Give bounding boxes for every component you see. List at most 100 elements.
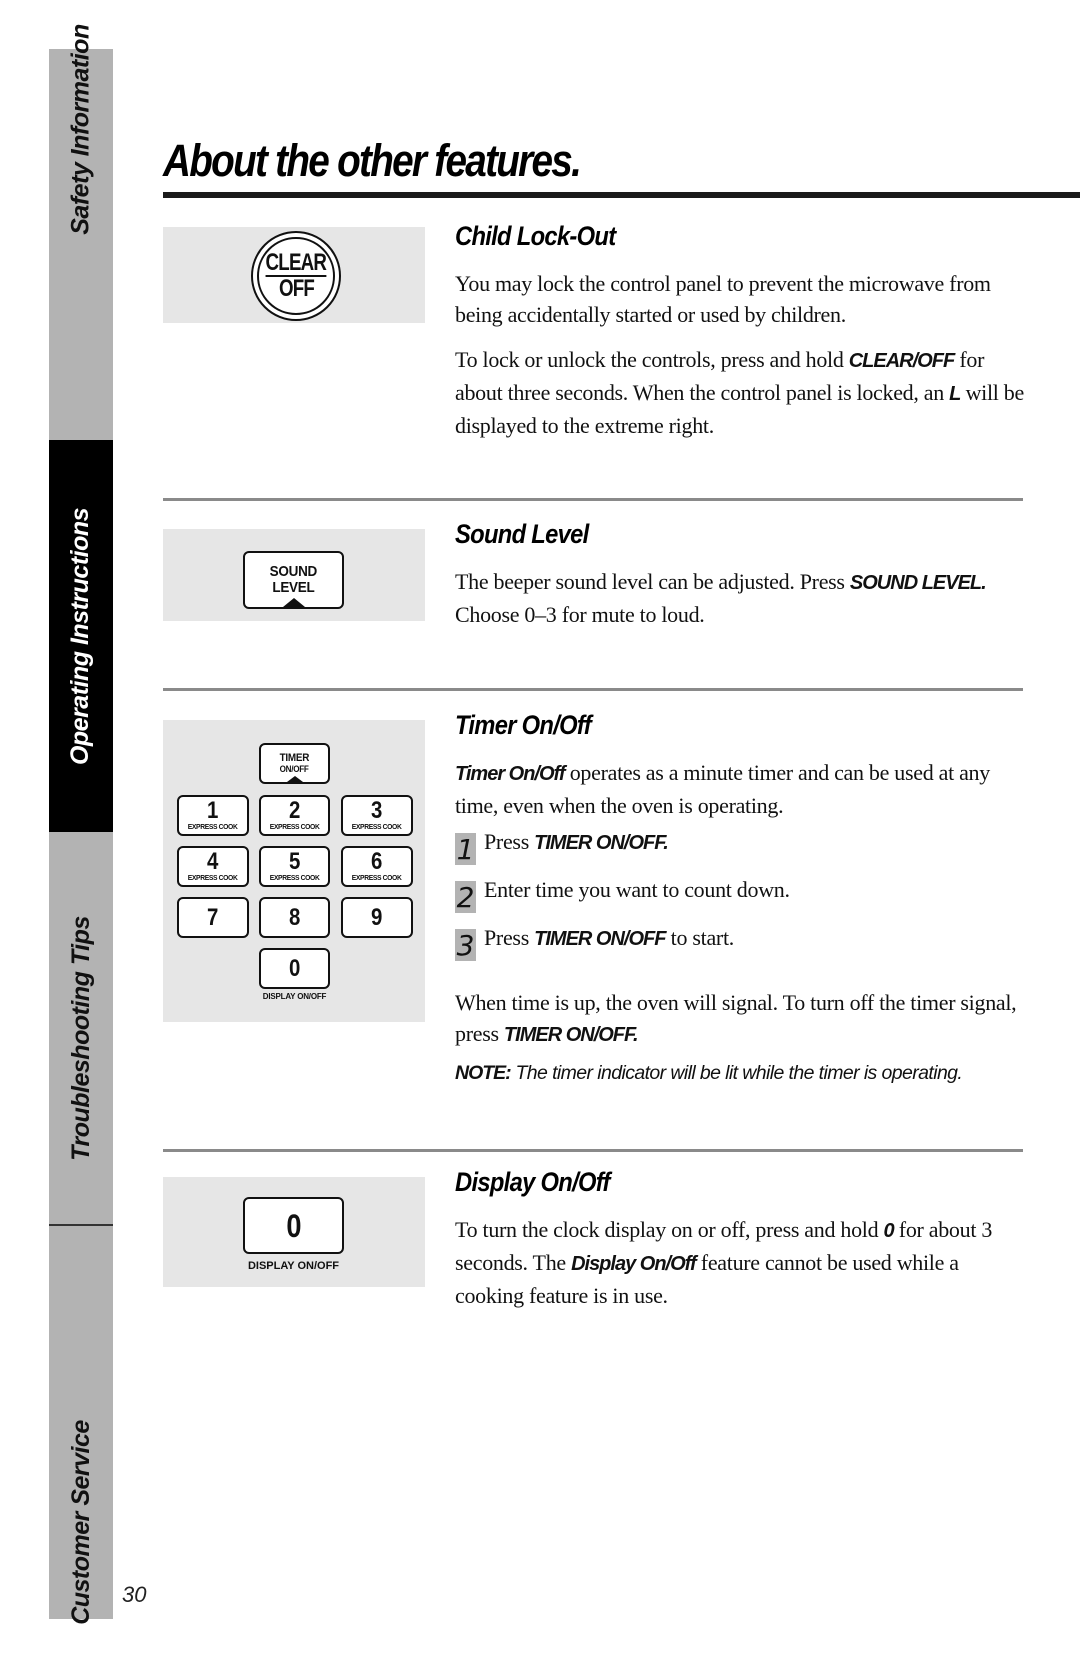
tab-operating-instructions[interactable]: Operating Instructions <box>49 440 113 832</box>
timer-intro-para: Timer On/Off operates as a minute timer … <box>455 757 1025 821</box>
key-number: 2 <box>288 796 301 824</box>
key-number: 7 <box>207 903 219 931</box>
key-number: 0 <box>288 954 301 982</box>
keyword-sound-level: SOUND LEVEL. <box>849 572 987 594</box>
keypad-key-5: 5 EXPRESS COOK <box>259 846 330 887</box>
sound-level-para: The beeper sound level can be adjusted. … <box>455 566 1025 630</box>
section-divider <box>163 498 1023 501</box>
display-content: Display On/Off To turn the clock display… <box>455 1167 1025 1325</box>
step-item: 2 Enter time you want to count down. <box>455 875 1025 923</box>
caret-up-icon <box>282 598 305 607</box>
child-lockout-para-1: You may lock the control panel to preven… <box>455 271 991 327</box>
step-text: Press TIMER ON/OFF. <box>484 827 669 858</box>
note-label: NOTE: <box>455 1062 512 1084</box>
sound-label: SOUND <box>269 563 318 580</box>
on-off-label: ON/OFF <box>280 764 309 774</box>
key-number: 4 <box>207 847 219 875</box>
step-number-badge: 3 <box>455 929 476 962</box>
step-number-badge: 2 <box>455 881 476 914</box>
keyword-zero: 0 <box>883 1220 894 1242</box>
key-number: 6 <box>371 847 383 875</box>
key-number: 5 <box>288 847 301 875</box>
section-heading: Sound Level <box>455 519 589 549</box>
keyword-timer-on-off: TIMER ON/OFF. <box>503 1024 639 1046</box>
clear-label: CLEAR <box>265 249 327 277</box>
keyword-l: L <box>949 383 961 405</box>
key-sublabel: EXPRESS COOK <box>269 872 320 882</box>
tab-label: Customer Service <box>66 1420 95 1625</box>
child-lockout-content: Child Lock-Out You may lock the control … <box>455 221 1025 455</box>
key-sublabel: EXPRESS COOK <box>188 872 238 882</box>
text: Press <box>484 925 535 950</box>
key-sublabel: EXPRESS COOK <box>352 872 402 882</box>
caret-up-icon <box>286 776 303 782</box>
timer-label: TIMER <box>279 752 310 764</box>
timer-content: Timer On/Off Timer On/Off operates as a … <box>455 710 1025 1087</box>
keypad-key-6: 6 EXPRESS COOK <box>341 846 413 887</box>
tab-customer-service[interactable]: Customer Service <box>49 1224 113 1625</box>
section-heading: Child Lock-Out <box>455 221 616 251</box>
key-number: 0 <box>285 1207 302 1244</box>
keypad-key-9: 9 <box>341 897 413 938</box>
sound-level-content: Sound Level The beeper sound level can b… <box>455 519 1025 644</box>
page-number: 30 <box>122 1582 147 1607</box>
text: Choose 0–3 for mute to loud. <box>455 602 705 627</box>
sound-level-illustration: SOUND LEVEL <box>163 529 425 621</box>
zero-key-icon: 0 <box>243 1197 344 1254</box>
section-heading: Display On/Off <box>455 1167 610 1197</box>
key-sublabel: EXPRESS COOK <box>269 821 320 831</box>
keypad-key-1: 1 EXPRESS COOK <box>177 795 249 836</box>
key-number: 1 <box>207 796 219 824</box>
keypad-key-7: 7 <box>177 897 249 938</box>
key-number: 8 <box>288 903 301 931</box>
display-on-off-caption: DISPLAY ON/OFF <box>247 1260 340 1272</box>
title-rule <box>163 192 1080 198</box>
section-tabs-sidebar: Safety Information Operating Instruction… <box>49 24 113 1625</box>
step-number-badge: 1 <box>455 833 476 866</box>
display-on-off-illustration: 0 DISPLAY ON/OFF <box>163 1177 425 1287</box>
timer-on-off-key-icon: TIMER ON/OFF <box>259 743 330 784</box>
text: to start. <box>665 925 735 950</box>
section-divider <box>163 1149 1023 1152</box>
text: To turn the clock display on or off, pre… <box>455 1217 884 1242</box>
key-sublabel: EXPRESS COOK <box>188 821 238 831</box>
section-heading: Timer On/Off <box>455 710 592 740</box>
clear-off-illustration: CLEAR OFF <box>163 227 425 323</box>
tab-label: Safety Information <box>66 24 95 235</box>
tab-troubleshooting-tips[interactable]: Troubleshooting Tips <box>49 832 113 1224</box>
page-title: About the other features. <box>163 135 582 186</box>
tab-safety-information[interactable]: Safety Information <box>49 24 113 440</box>
keypad-key-3: 3 EXPRESS COOK <box>341 795 413 836</box>
keyword-timer-on-off: TIMER ON/OFF. <box>534 832 669 854</box>
tab-label: Troubleshooting Tips <box>66 915 95 1161</box>
display-para: To turn the clock display on or off, pre… <box>455 1214 1025 1311</box>
timer-signal-para: When time is up, the oven will signal. T… <box>455 987 1025 1051</box>
text: The beeper sound level can be adjusted. … <box>455 569 850 594</box>
key-number: 3 <box>371 796 383 824</box>
sound-level-button-icon: SOUND LEVEL <box>243 551 344 609</box>
keyword-timer-on-off: Timer On/Off <box>455 763 566 785</box>
step-text: Press TIMER ON/OFF to start. <box>484 923 734 954</box>
text: To lock or unlock the controls, press an… <box>455 347 849 372</box>
child-lockout-para-2: To lock or unlock the controls, press an… <box>455 344 1025 441</box>
timer-note: NOTE: The timer indicator will be lit wh… <box>455 1059 1025 1087</box>
timer-steps-list: 1 Press TIMER ON/OFF. 2 Enter time you w… <box>455 827 1025 971</box>
text: The timer indicator will be lit while th… <box>510 1062 963 1084</box>
off-label: OFF <box>278 275 314 302</box>
keyword-timer-on-off: TIMER ON/OFF <box>534 928 666 950</box>
step-text: Enter time you want to count down. <box>484 877 790 902</box>
keypad-key-4: 4 EXPRESS COOK <box>177 846 249 887</box>
keypad-key-8: 8 <box>259 897 330 938</box>
keyword-clear-off: CLEAR/OFF <box>848 350 955 372</box>
clear-off-button-icon: CLEAR OFF <box>251 231 341 321</box>
step-item: 3 Press TIMER ON/OFF to start. <box>455 923 1025 971</box>
level-label: LEVEL <box>272 579 315 596</box>
timer-keypad-illustration: TIMER ON/OFF 1 EXPRESS COOK 2 EXPRESS COOK… <box>163 720 425 1022</box>
text: Press <box>484 829 535 854</box>
keypad-key-0: 0 <box>259 948 330 989</box>
display-on-off-caption: DISPLAY ON/OFF <box>262 992 327 1001</box>
section-divider <box>163 688 1023 691</box>
step-item: 1 Press TIMER ON/OFF. <box>455 827 1025 875</box>
tab-label: Operating Instructions <box>66 507 95 765</box>
keyword-display-on-off: Display On/Off <box>571 1253 697 1275</box>
